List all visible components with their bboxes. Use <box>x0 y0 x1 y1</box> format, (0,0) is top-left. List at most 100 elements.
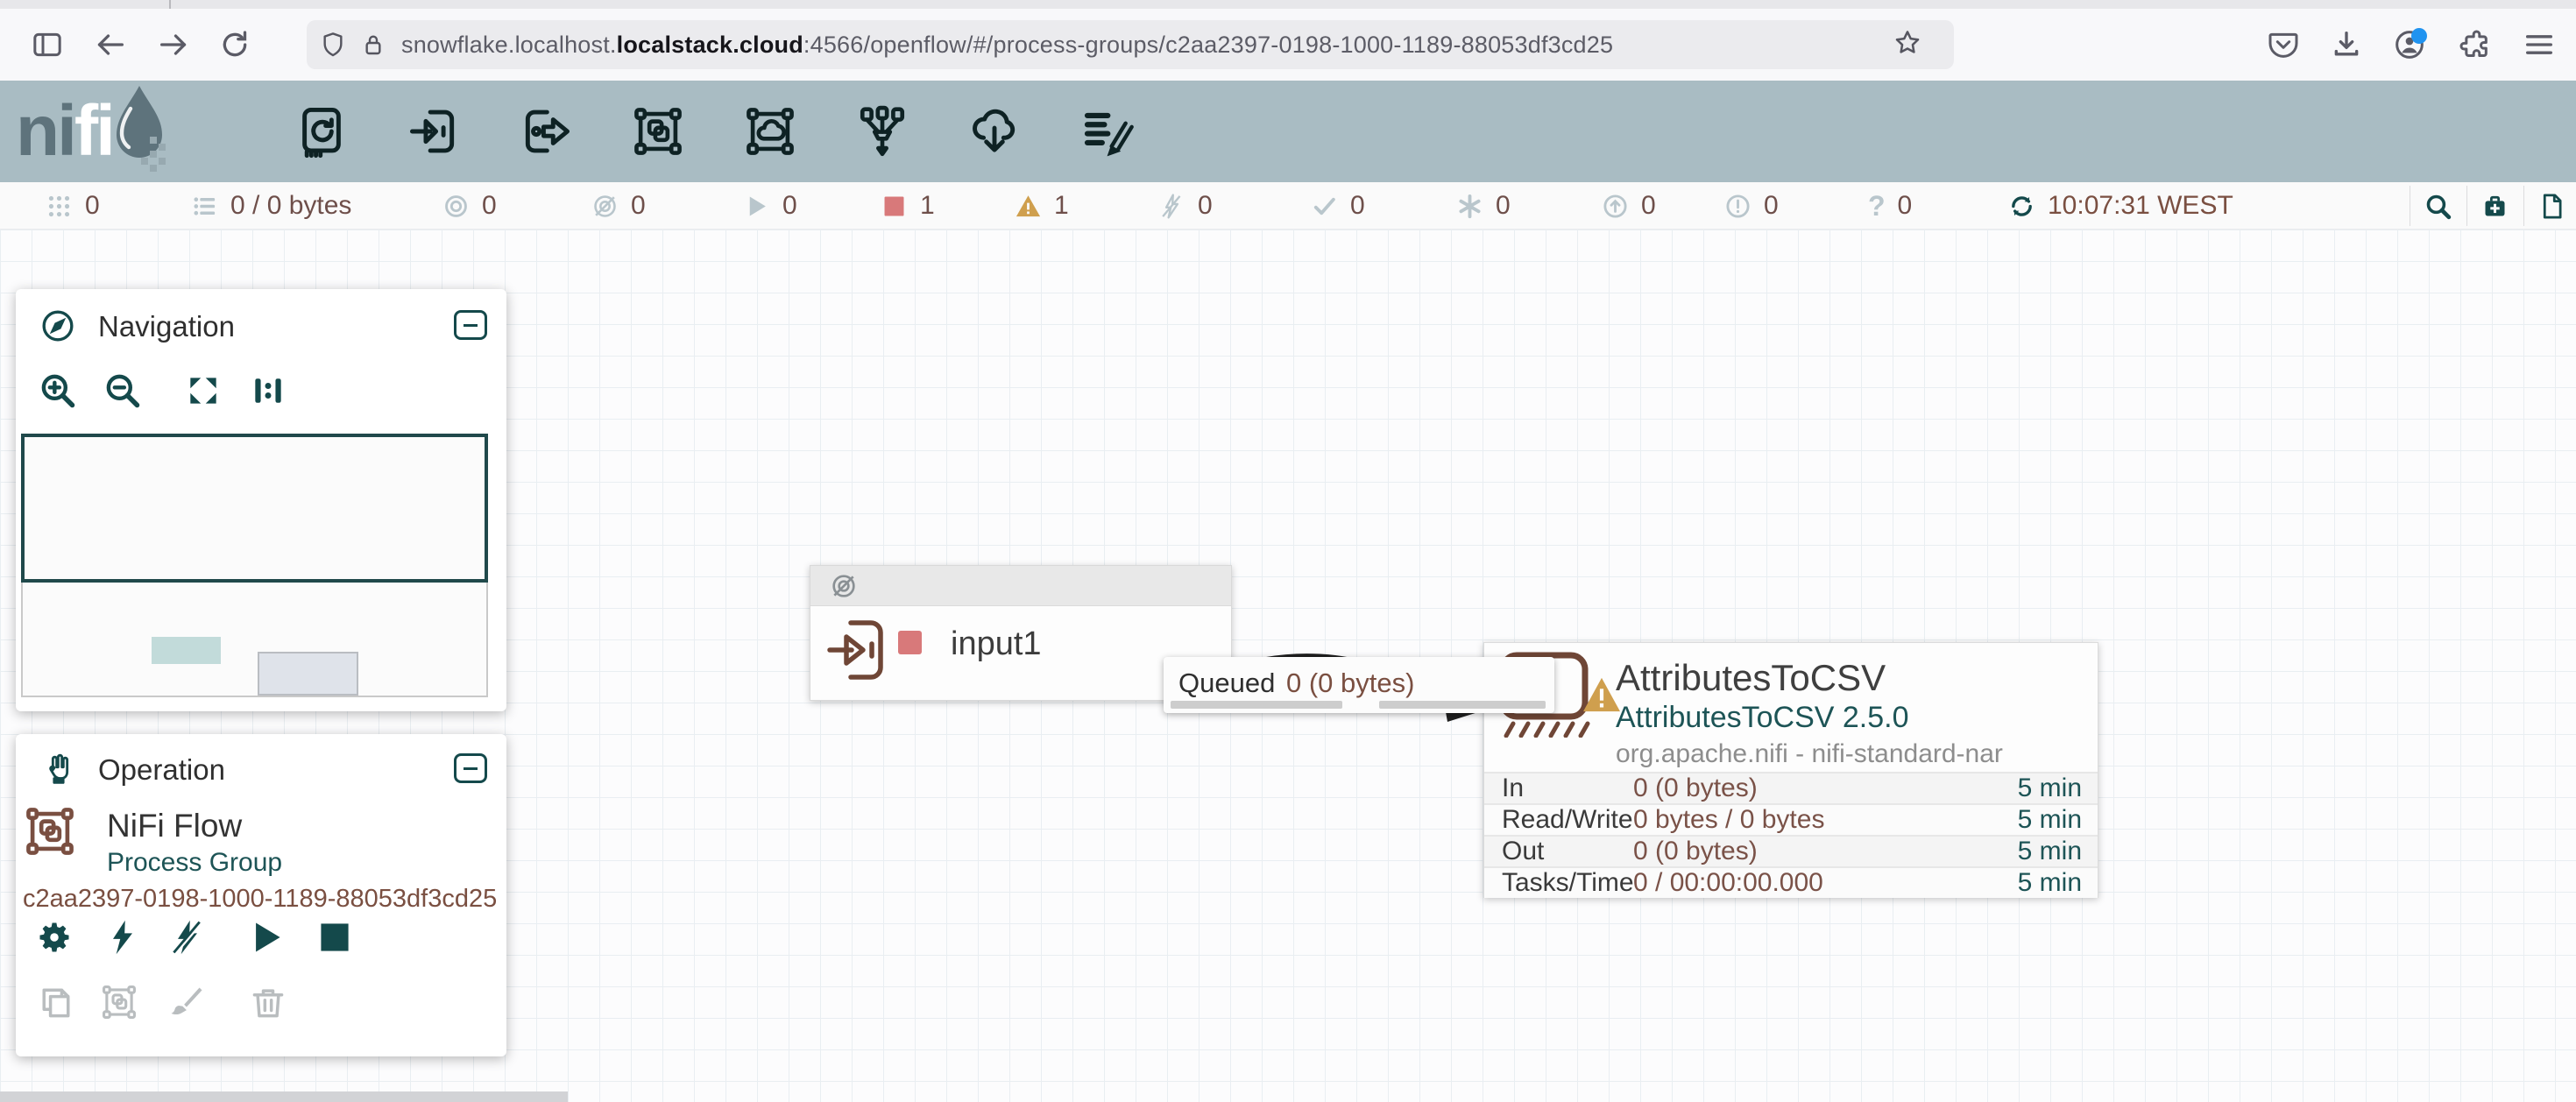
label-component-icon[interactable] <box>1079 104 1134 159</box>
processor-attributestocsv[interactable]: AttributesToCSV AttributesToCSV 2.5.0 or… <box>1483 642 2098 898</box>
shield-icon[interactable] <box>319 31 347 59</box>
bookmark-star-icon[interactable] <box>1893 28 1922 62</box>
process-group-component-icon[interactable] <box>631 104 685 159</box>
minimap-input-port <box>152 637 221 664</box>
extensions-icon[interactable] <box>2457 27 2492 62</box>
stat-window: 5 min <box>2018 774 2082 803</box>
funnel-component-icon[interactable] <box>855 104 909 159</box>
process-group-icon <box>23 804 77 858</box>
copy-button[interactable] <box>37 983 75 1021</box>
template-component-icon[interactable] <box>967 104 1022 159</box>
nifi-logo: nifi <box>16 86 171 176</box>
flow-health-button[interactable] <box>2467 182 2522 230</box>
remote-process-group-component-icon[interactable] <box>743 104 797 159</box>
zoom-in-button[interactable] <box>39 371 77 410</box>
documentation-button[interactable] <box>2524 182 2576 230</box>
status-not-transmitting: 0 <box>591 182 646 230</box>
status-value: 0 <box>1898 191 1913 221</box>
enable-button[interactable] <box>103 918 142 957</box>
status-value: 1 <box>1054 191 1069 221</box>
output-port-component-icon[interactable] <box>519 104 573 159</box>
account-notification-dot <box>2411 28 2427 44</box>
navigation-panel: Navigation <box>16 289 506 711</box>
queued-value: 0 (0 bytes) <box>1286 668 1414 699</box>
stop-button[interactable] <box>315 918 354 957</box>
status-value: 0 / 0 bytes <box>230 191 351 221</box>
transmitting-icon <box>442 193 470 220</box>
stat-row-out: Out 0 (0 bytes) 5 min <box>1484 835 2098 866</box>
status-value: 0 <box>482 191 497 221</box>
status-up-to-date: 0 <box>1311 182 1365 230</box>
browser-status-strip <box>0 1091 568 1102</box>
compass-icon <box>40 308 75 343</box>
processor-component-icon[interactable] <box>294 104 349 159</box>
reload-icon[interactable] <box>217 27 252 62</box>
start-button[interactable] <box>247 918 286 957</box>
disabled-icon <box>1158 193 1185 220</box>
status-locally-modified-stale: 0 <box>1724 182 1779 230</box>
processor-type: AttributesToCSV 2.5.0 <box>1616 701 1909 735</box>
stopped-icon <box>881 193 908 220</box>
processor-bundle: org.apache.nifi - nifi-standard-nar <box>1616 739 2003 769</box>
status-locally-modified: 0 <box>1456 182 1511 230</box>
configure-button[interactable] <box>35 918 74 957</box>
pocket-icon[interactable] <box>2266 27 2301 62</box>
search-button[interactable] <box>2410 182 2465 230</box>
minimap-processor <box>258 652 358 696</box>
stat-row-readwrite: Read/Write 0 bytes / 0 bytes 5 min <box>1484 803 2098 835</box>
selection-type: Process Group <box>107 848 282 878</box>
queue-size-bar <box>1379 701 1546 709</box>
component-toolbar <box>294 81 1134 182</box>
not-transmitting-icon <box>830 572 858 600</box>
locally-modified-asterisk-icon <box>1456 193 1483 220</box>
refresh-icon[interactable] <box>2008 193 2035 220</box>
url-text: snowflake.localhost.localstack.cloud:456… <box>401 32 1613 59</box>
status-invalid: 1 <box>1015 182 1069 230</box>
stat-value: 0 / 00:00:00.000 <box>1633 868 1823 898</box>
queue-count-bar <box>1171 701 1342 709</box>
status-running: 0 <box>743 182 797 230</box>
stat-window: 5 min <box>2018 837 2082 866</box>
lock-icon[interactable] <box>359 31 387 59</box>
queued-text: Queued <box>1178 668 1275 699</box>
browser-menu-icon[interactable] <box>2522 27 2557 62</box>
selection-id: c2aa2397-0198-1000-1189-88053df3cd25 <box>23 885 497 914</box>
downloads-icon[interactable] <box>2329 27 2364 62</box>
stale-up-arrow-icon <box>1602 193 1629 220</box>
stat-value: 0 bytes / 0 bytes <box>1633 805 1824 835</box>
stat-label: Read/Write <box>1502 805 1633 835</box>
queued-icon <box>191 193 218 220</box>
collapse-operation-button[interactable] <box>454 753 487 783</box>
input-port-component-icon[interactable] <box>407 104 461 159</box>
color-button[interactable] <box>166 983 205 1021</box>
birdseye-minimap[interactable] <box>21 434 488 697</box>
stat-value: 0 (0 bytes) <box>1633 837 1758 866</box>
status-value: 1 <box>920 191 935 221</box>
nifi-statusbar: 0 0 / 0 bytes 0 0 0 1 1 0 <box>0 182 2576 230</box>
nifi-droplet-icon <box>108 84 171 176</box>
status-stopped: 1 <box>881 182 935 230</box>
collapse-navigation-button[interactable] <box>454 310 487 340</box>
stopped-state-square <box>898 631 922 654</box>
disable-button[interactable] <box>168 918 207 957</box>
stat-label: Out <box>1502 837 1544 866</box>
status-stale: 0 <box>1602 182 1656 230</box>
processor-stats-table: In 0 (0 bytes) 5 min Read/Write 0 bytes … <box>1484 772 2098 898</box>
group-button[interactable] <box>100 983 138 1021</box>
back-icon[interactable] <box>93 27 128 62</box>
minimap-viewport[interactable] <box>21 434 488 583</box>
input-port-header <box>810 566 1231 606</box>
sidebar-toggle-icon[interactable] <box>30 27 65 62</box>
zoom-actual-button[interactable] <box>249 371 287 410</box>
sync-failure-question-icon: ? <box>1868 190 1886 223</box>
url-input[interactable]: snowflake.localhost.localstack.cloud:456… <box>307 20 1954 69</box>
connection-queue-label[interactable]: Queued 0 (0 bytes) <box>1164 657 1554 713</box>
hand-icon <box>40 752 75 787</box>
forward-icon[interactable] <box>156 27 191 62</box>
delete-button[interactable] <box>249 983 287 1021</box>
up-to-date-check-icon <box>1311 193 1338 220</box>
status-transmitting: 0 <box>442 182 497 230</box>
zoom-out-button[interactable] <box>103 371 142 410</box>
not-transmitting-icon <box>591 193 619 220</box>
zoom-fit-button[interactable] <box>184 371 223 410</box>
